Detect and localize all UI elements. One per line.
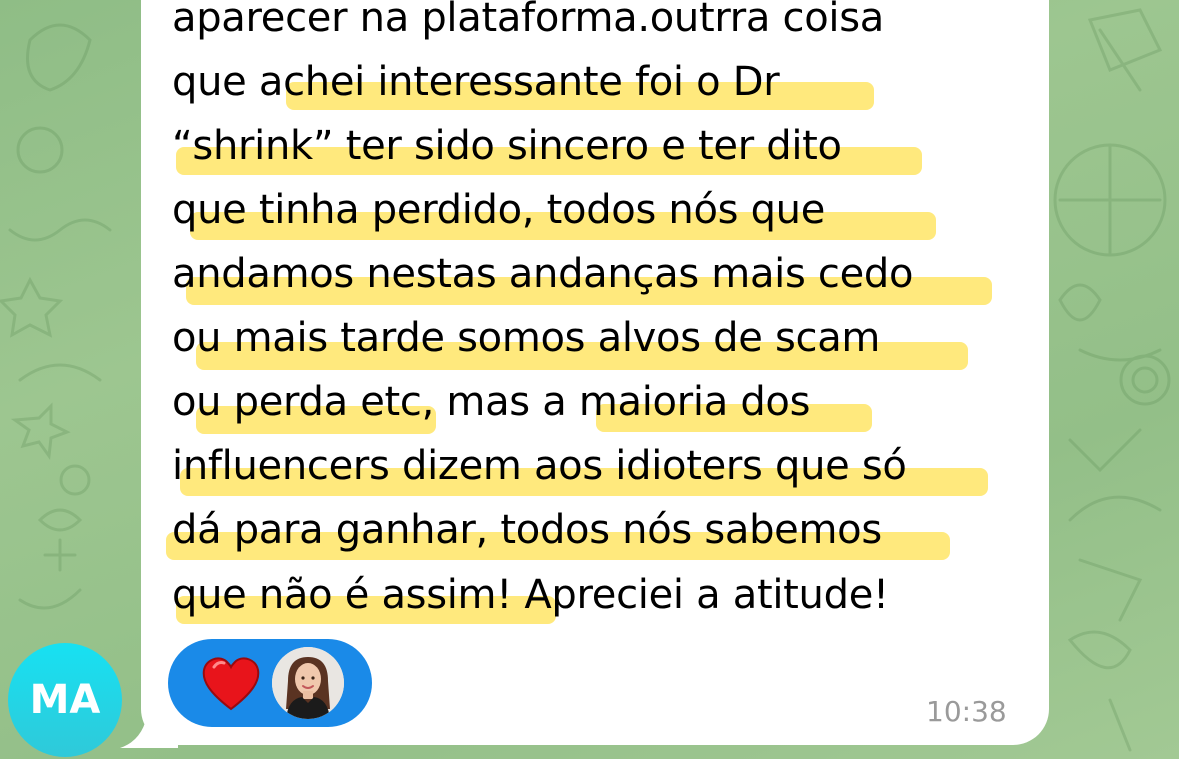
message-line: influencers dizem aos idioters que só — [172, 443, 907, 489]
message-line: ou perda etc, mas a maioria dos — [172, 379, 811, 425]
message-line: que não é assim! Apreciei a atitude! — [172, 572, 889, 618]
reactor-avatar[interactable] — [272, 647, 344, 719]
sender-initials: MA — [29, 677, 101, 723]
reaction-pill[interactable] — [168, 639, 372, 727]
reactor-photo-icon — [272, 647, 344, 719]
message-line: que achei interessante foi o Dr — [172, 59, 780, 105]
sender-avatar[interactable]: MA — [8, 643, 122, 757]
message-line: dá para ganhar, todos nós sabemos — [172, 507, 882, 553]
heart-icon — [202, 657, 260, 711]
message-line: que tinha perdido, todos nós que — [172, 187, 826, 233]
message-timestamp: 10:38 — [926, 695, 1007, 728]
message-line: “shrink” ter sido sincero e ter dito — [172, 123, 842, 169]
chat-screen: MA aparecer na plataforma.outrra coisa q… — [0, 0, 1179, 759]
message-line: ou mais tarde somos alvos de scam — [172, 315, 881, 361]
message-line: aparecer na plataforma.outrra coisa — [172, 0, 884, 41]
message-line: andamos nestas andanças mais cedo — [172, 251, 914, 297]
